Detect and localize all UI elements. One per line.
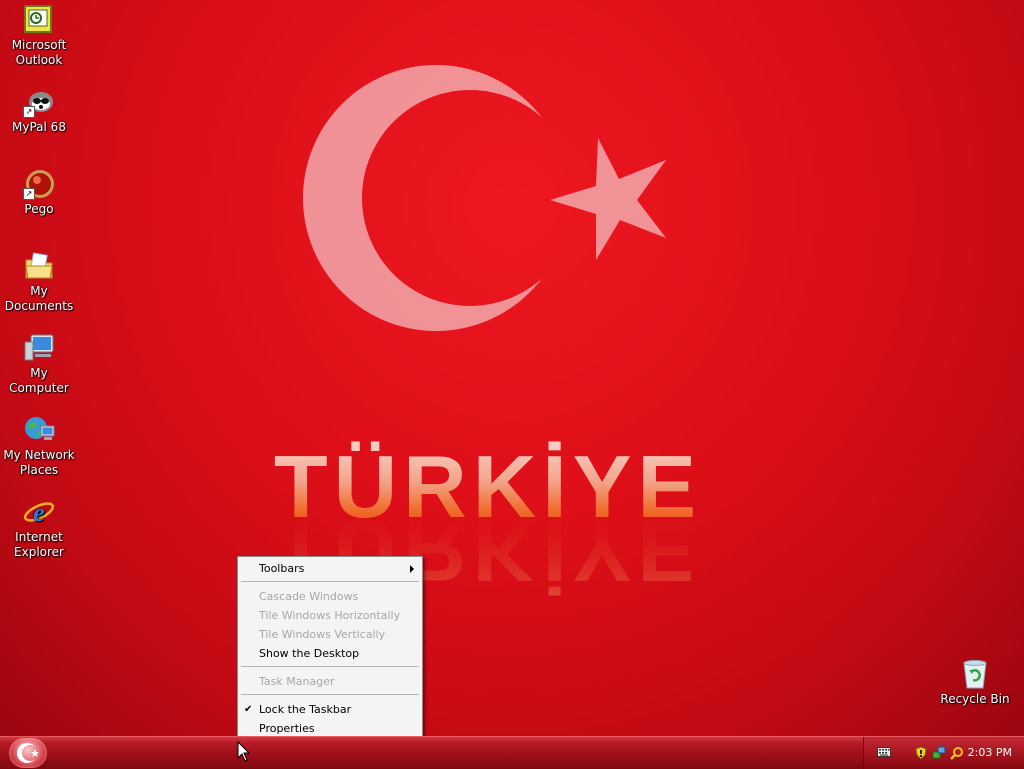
menu-item-tile-horizontally[interactable]: Tile Windows Horizontally [238,606,422,625]
desktop-icon-label: Outlook [15,53,63,67]
svg-text:e: e [33,498,45,527]
crescent-shape [0,0,1024,736]
menu-item-show-desktop[interactable]: Show the Desktop [238,644,422,663]
menu-item-tile-vertically[interactable]: Tile Windows Vertically [238,625,422,644]
desktop-icon-label: My [30,284,48,298]
desktop-icon-label: Pego [24,202,54,216]
desktop-icon-label: My Network [3,448,75,462]
menu-item-toolbars[interactable]: Toolbars [238,559,422,578]
submenu-arrow-icon [410,565,414,573]
wallpaper: TÜRKİYE TÜRKİYE [0,0,1024,736]
desktop-icon-label: Explorer [14,545,64,559]
security-shield-icon[interactable] [914,746,928,760]
desktop-icon-my-documents[interactable]: My Documents [0,250,78,314]
desktop-icon-outlook[interactable]: Microsoft Outlook [0,4,78,68]
taskbar-context-menu: Toolbars Cascade Windows Tile Windows Ho… [237,556,423,740]
mouse-cursor-icon [237,741,250,762]
desktop-icon-my-computer[interactable]: My Computer [0,332,78,396]
menu-item-label: Task Manager [259,675,335,688]
checkmark-icon: ✔ [244,704,253,715]
desktop[interactable]: TÜRKİYE TÜRKİYE Microsoft Outlook ↗ MyPa… [0,0,1024,736]
desktop-icon-label: My Computer [9,366,69,395]
desktop-icon-label: MyPal 68 [12,120,66,134]
desktop-icon-internet-explorer[interactable]: e Internet Explorer [0,496,78,560]
desktop-icon-pego[interactable]: ↗ Pego [0,168,78,217]
start-button[interactable] [9,738,47,768]
taskbar[interactable]: 2:03 PM [0,736,1024,769]
desktop-icon-label: Documents [4,299,74,313]
recycle-bin-icon [959,658,991,690]
menu-item-lock-taskbar[interactable]: ✔ Lock the Taskbar [238,700,422,719]
internet-explorer-icon: e [23,496,55,528]
desktop-icon-label: Recycle Bin [940,692,1010,706]
my-computer-icon [23,332,55,364]
menu-item-label: Tile Windows Horizontally [259,609,401,622]
mypal-icon: ↗ [23,86,55,118]
clock[interactable]: 2:03 PM [968,746,1012,759]
shortcut-arrow-icon: ↗ [23,188,35,200]
network-places-icon [23,414,55,446]
search-icon[interactable] [950,746,964,760]
menu-separator [241,581,419,582]
start-orb-icon [9,738,47,768]
menu-item-cascade-windows[interactable]: Cascade Windows [238,587,422,606]
desktop-icon-label: Microsoft [11,38,67,52]
menu-item-label: Properties [259,722,315,735]
menu-item-label: Lock the Taskbar [259,703,352,716]
pego-icon: ↗ [23,168,55,200]
menu-item-label: Show the Desktop [259,647,360,660]
menu-separator [241,666,419,667]
desktop-icon-recycle-bin[interactable]: Recycle Bin [936,658,1014,707]
menu-separator [241,694,419,695]
desktop-icon-mypal[interactable]: ↗ MyPal 68 [0,86,78,135]
desktop-icon-label: Places [19,463,59,477]
menu-item-label: Toolbars [259,562,305,575]
menu-item-label: Cascade Windows [259,590,359,603]
menu-item-label: Tile Windows Vertically [259,628,386,641]
network-icon[interactable] [932,746,946,760]
desktop-icon-network-places[interactable]: My Network Places [0,414,78,478]
outlook-icon [23,4,55,36]
menu-item-task-manager[interactable]: Task Manager [238,672,422,691]
my-documents-icon [23,250,55,282]
keyboard-icon[interactable] [877,747,891,757]
shortcut-arrow-icon: ↗ [23,106,35,118]
desktop-icon-label: Internet [15,530,63,544]
